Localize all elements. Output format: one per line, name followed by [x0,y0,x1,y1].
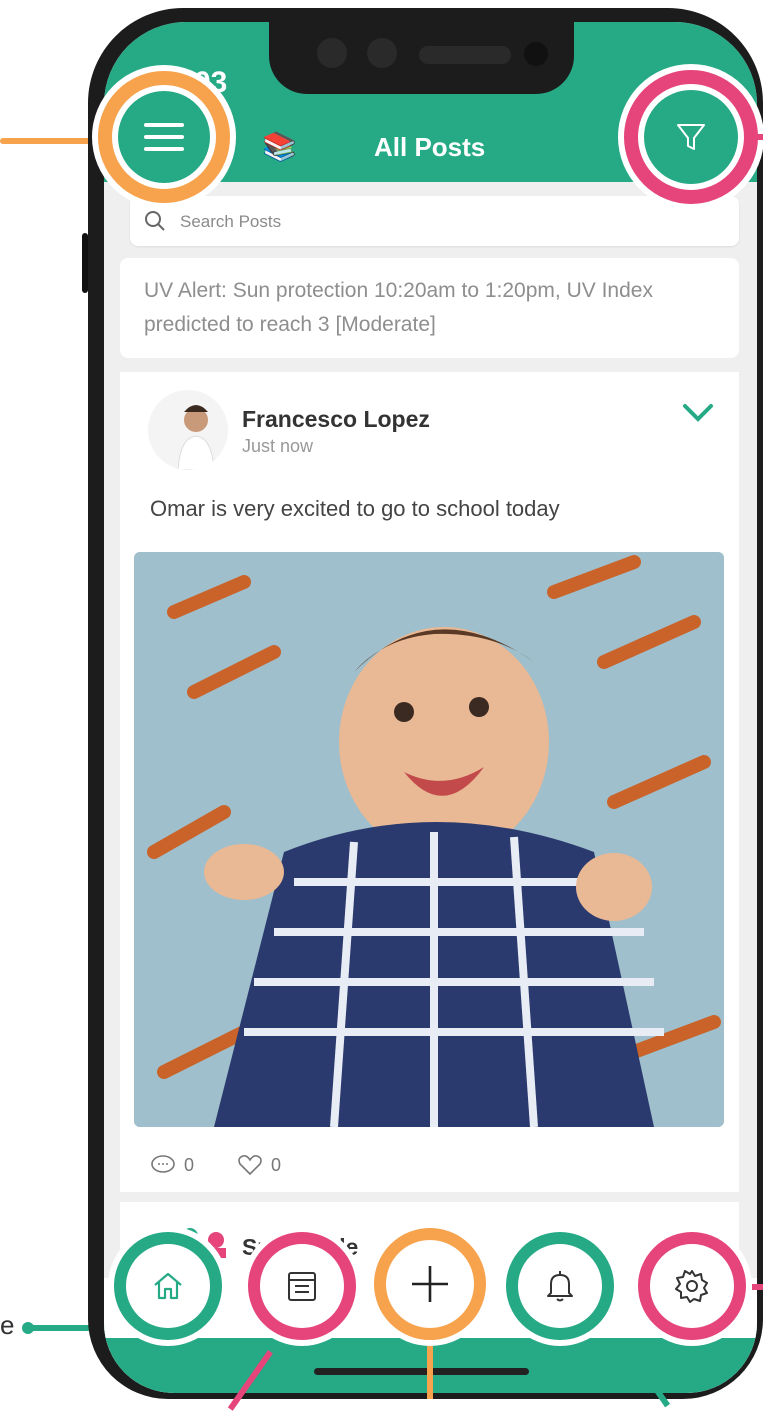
feed: Search Posts UV Alert: Sun protection 10… [104,182,757,1393]
camera [524,42,548,66]
search-icon [145,211,165,231]
phone-frame: :03 📚 All Posts Search Posts UV Alert: S… [82,8,763,1399]
gear-icon [675,1270,708,1303]
comment-button[interactable]: 0 [150,1154,194,1176]
notch [269,22,574,94]
tab-home[interactable] [108,1226,228,1346]
speaker [419,46,511,64]
chevron-down-icon[interactable] [681,402,715,424]
tab-notifications[interactable] [500,1226,620,1346]
sensor [367,38,397,68]
bell-icon [547,1271,573,1302]
plus-icon [412,1266,448,1302]
annotation-line-add [427,1346,433,1399]
post-time: Just now [242,436,314,456]
annotation-line-settings [752,1284,763,1290]
uv-alert-card: UV Alert: Sun protection 10:20am to 1:20… [120,258,739,358]
heart-icon [238,1155,262,1176]
tab-add[interactable] [368,1222,492,1346]
home-icon [154,1272,182,1300]
search-input[interactable]: Search Posts [130,196,739,246]
comment-count: 0 [184,1154,195,1175]
post-photo[interactable] [134,552,724,1127]
post-text: Omar is very excited to go to school tod… [150,496,560,521]
annotation-dot [22,1322,34,1334]
side-button [82,233,88,293]
annotation-side-text: e [0,1310,15,1340]
filter-icon [677,124,705,150]
annotation-line-filter [752,134,763,140]
like-button[interactable]: 0 [237,1154,281,1176]
phone-screen: :03 📚 All Posts Search Posts UV Alert: S… [104,22,757,1393]
hamburger-icon [144,123,184,151]
calendar-icon [288,1272,316,1301]
home-indicator [314,1368,529,1375]
comment-icon [151,1155,175,1173]
sensor [317,38,347,68]
page-title: All Posts [374,132,486,162]
uv-alert-text: UV Alert: Sun protection 10:20am to 1:20… [144,279,653,336]
like-count: 0 [271,1154,282,1175]
avatar[interactable] [148,390,228,470]
books-icon: 📚 [262,131,297,162]
menu-button[interactable] [92,65,236,209]
tab-settings[interactable] [632,1226,752,1346]
post-actions: 0 0 [150,1154,319,1181]
post-card: Francesco Lopez Just now Omar is very ex… [120,372,739,1192]
tab-journal[interactable] [242,1226,362,1346]
filter-button[interactable] [618,64,763,210]
search-placeholder: Search Posts [180,212,282,231]
post-author[interactable]: Francesco Lopez [242,406,430,433]
